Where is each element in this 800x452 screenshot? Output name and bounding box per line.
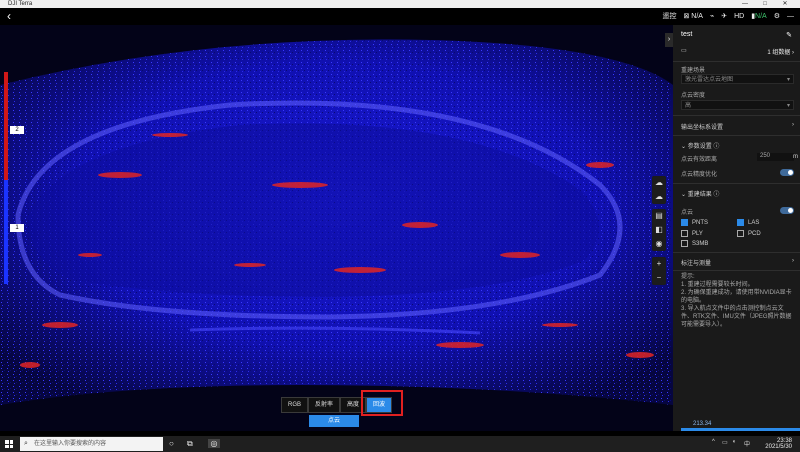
progress-label: 213.34 xyxy=(693,421,712,427)
edit-icon[interactable]: ✎ xyxy=(786,31,792,39)
dji-terra-taskbar-icon[interactable]: ◎ xyxy=(208,439,220,448)
scene-label: 重建场景 xyxy=(681,68,706,74)
calibration-row[interactable]: 标注与测量 › xyxy=(681,258,794,267)
task-view-icon[interactable]: ⧉ xyxy=(187,439,193,449)
remote-status-label: 遥控 xyxy=(662,13,677,20)
dataset-count: 1 组数据 › xyxy=(767,50,794,56)
dataset-row[interactable]: ▭ 1 组数据 › xyxy=(681,47,794,56)
point-cloud-viewer[interactable] xyxy=(0,25,673,431)
zoom-in-button[interactable]: + xyxy=(652,257,666,271)
tab-rgb[interactable]: RGB xyxy=(281,397,309,413)
taskbar-search[interactable]: ⌕ 在这里输入你要搜索的内容 xyxy=(20,437,163,451)
mission-title: test ✎ xyxy=(681,31,792,39)
density-label: 点云密度 xyxy=(681,93,706,99)
chevron-right-icon: › xyxy=(792,258,794,264)
accuracy-row: 点云精度优化 xyxy=(681,169,794,178)
checkbox-ply xyxy=(681,230,688,237)
layers-icon[interactable]: ▤ xyxy=(652,209,666,223)
hd-label: HD xyxy=(734,12,745,20)
network-icon[interactable]: ▭ xyxy=(722,439,728,446)
window-title: DJI Terra xyxy=(8,1,33,7)
signal-icon: ⌁ xyxy=(709,13,715,20)
highlight-box xyxy=(361,390,403,416)
format-las[interactable]: LAS xyxy=(737,219,794,226)
drone-icon: ✈ xyxy=(721,13,728,20)
rtk-icon: ⊠ N/A xyxy=(683,13,703,20)
effective-distance-row: 点云有效距离 250 m xyxy=(681,153,798,163)
folder-icon: ▭ xyxy=(681,48,687,54)
windows-start-icon[interactable] xyxy=(5,440,13,448)
point-cloud-render[interactable] xyxy=(0,25,673,431)
battery-icon: ▮N/A xyxy=(751,13,767,20)
view-tools-group: ☁ ☁ xyxy=(652,176,666,204)
status-bar: 遥控 ⊠ N/A ⌁ ✈ HD ▮N/A ⚙ — xyxy=(662,9,794,23)
checkbox-las xyxy=(737,219,744,226)
chevron-down-icon: ⌄ xyxy=(681,192,687,198)
pointcloud-toggle[interactable] xyxy=(780,207,794,214)
slider-upper-range xyxy=(4,72,8,180)
search-icon: ⌕ xyxy=(24,440,28,447)
ime-indicator[interactable]: 中 xyxy=(744,439,750,448)
pointcloud-button[interactable]: 点云 xyxy=(309,415,359,427)
minimize-window-button[interactable]: — xyxy=(736,0,754,8)
volume-icon[interactable]: ◖ xyxy=(732,439,736,445)
camera-view-icon[interactable]: ◉ xyxy=(652,237,666,251)
gear-icon[interactable]: ⚙ xyxy=(774,12,780,20)
cloud-upload-icon[interactable]: ☁ xyxy=(652,176,666,190)
slider-marker-upper[interactable]: 2 xyxy=(10,126,24,134)
layer-tools-group: ▤ ◧ ◉ xyxy=(652,209,666,251)
scene-select[interactable]: 激光雷达点云地图 ▾ xyxy=(681,74,794,84)
panel-collapse-button[interactable]: › xyxy=(665,33,673,47)
checkbox-pnts xyxy=(681,219,688,226)
back-button[interactable]: ‹ xyxy=(7,9,11,23)
pointcloud-output-row: 点云 xyxy=(681,207,794,216)
zoom-tools-group: + − xyxy=(652,257,666,285)
reconstruction-panel: test ✎ ▭ 1 组数据 › 重建场景 激光雷达点云地图 ▾ 点云密度 高 ▾ … xyxy=(673,25,800,431)
density-select[interactable]: 高 ▾ xyxy=(681,100,794,110)
format-pcd[interactable]: PCD xyxy=(737,230,794,237)
cortana-icon[interactable]: ○ xyxy=(169,439,174,448)
results-section-header[interactable]: ⌄ 重建结果 ⓘ xyxy=(681,189,794,198)
close-window-button[interactable]: ✕ xyxy=(776,0,794,8)
height-range-slider[interactable] xyxy=(4,72,8,284)
tray-chevron-icon[interactable]: ^ xyxy=(712,439,715,445)
clock[interactable]: 23:38 2021/5/30 xyxy=(765,438,792,450)
chevron-down-icon: ⌄ xyxy=(681,144,687,150)
slider-marker-lower[interactable]: 1 xyxy=(10,224,24,232)
info-icon: ⓘ xyxy=(713,192,720,198)
minimize-icon[interactable]: — xyxy=(787,13,794,20)
maximize-window-button[interactable]: □ xyxy=(756,0,774,8)
accuracy-toggle[interactable] xyxy=(780,169,794,176)
progress-bar xyxy=(681,428,800,431)
checkbox-pcd xyxy=(737,230,744,237)
cube-view-icon[interactable]: ◧ xyxy=(652,223,666,237)
cloud-view-icon[interactable]: ☁ xyxy=(652,190,666,204)
coordinate-settings-row[interactable]: 输出坐标系设置 › xyxy=(681,122,794,131)
info-icon: ⓘ xyxy=(713,144,720,150)
checkbox-s3mb xyxy=(681,240,688,247)
params-section-header[interactable]: ⌄ 参数设置 ⓘ xyxy=(681,141,794,150)
effective-distance-input[interactable]: 250 xyxy=(757,153,794,161)
chevron-right-icon: › xyxy=(792,122,794,128)
distance-unit: m xyxy=(793,154,798,160)
zoom-out-button[interactable]: − xyxy=(652,271,666,285)
tab-reflectivity[interactable]: 反射率 xyxy=(308,397,341,413)
window-titlebar: DJI Terra — □ ✕ xyxy=(0,0,800,8)
hints: 提示: 1. 重建过程需要较长时间。 2. 为确保重建成功，请使用带NVIDIA… xyxy=(681,274,792,328)
windows-taskbar: ⌕ 在这里输入你要搜索的内容 ○ ⧉ ◎ ^ ▭ ◖ 中 23:38 2021/… xyxy=(0,436,800,452)
format-s3mb[interactable]: S3MB xyxy=(681,240,794,247)
